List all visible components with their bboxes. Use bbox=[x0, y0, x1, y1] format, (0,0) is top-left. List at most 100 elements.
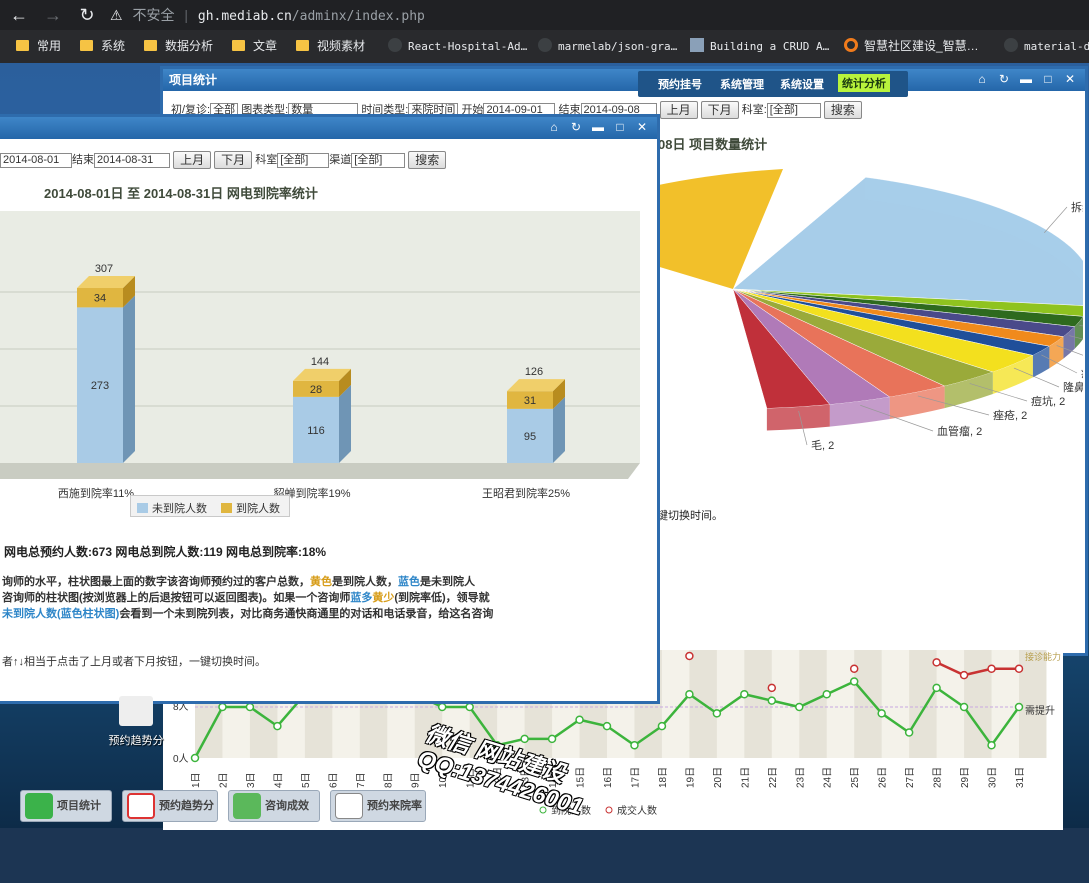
menu-item-system-admin[interactable]: 系统管理 bbox=[720, 76, 764, 92]
line-point bbox=[849, 664, 859, 673]
bookmark-link[interactable]: React-Hospital-Ad… bbox=[388, 38, 527, 55]
bookmark-link[interactable]: marmelab/json-gra… bbox=[538, 38, 677, 55]
url-path: /adminx/index.php bbox=[291, 9, 425, 24]
bookmark-folder[interactable]: 文章 bbox=[232, 38, 277, 54]
refresh-icon[interactable]: ↻ bbox=[993, 72, 1015, 86]
explain-line-3: 未到院人数(蓝色柱状图)会看到一个未到院列表，对比商务通快商通里的对话和电话录音… bbox=[2, 608, 494, 620]
folder-icon bbox=[296, 40, 309, 51]
explain-line-4: 者↑↓相当于点击了上月或者下月按钮，一键切换时间。 bbox=[2, 656, 266, 668]
prev-month-button[interactable]: 上月 bbox=[659, 101, 698, 120]
dept-label: 科室: bbox=[741, 104, 767, 116]
x-tick-label: 18日 bbox=[658, 767, 669, 788]
line-point bbox=[520, 734, 529, 744]
grid-band bbox=[854, 650, 882, 758]
dept-label: 科室 bbox=[255, 154, 278, 166]
start-date-input[interactable]: 2014-08-01 bbox=[0, 152, 72, 168]
line-point bbox=[245, 702, 255, 712]
url-host: gh.mediab.cn bbox=[197, 9, 292, 24]
forward-arrow-icon[interactable]: → bbox=[42, 4, 64, 26]
task-consult-effect[interactable]: 咨询成效 bbox=[228, 790, 320, 822]
plot-floor bbox=[0, 463, 640, 479]
minimize-icon[interactable]: ▬ bbox=[1015, 72, 1037, 86]
line-point bbox=[602, 721, 612, 731]
bookmark-label: material-da bbox=[1024, 40, 1089, 53]
task-label: 项目统计 bbox=[57, 800, 101, 812]
x-tick-label: 19日 bbox=[685, 767, 696, 788]
bookmark-label: 文章 bbox=[253, 39, 278, 53]
line-point bbox=[932, 683, 941, 693]
bookmark-folder[interactable]: 数据分析 bbox=[144, 38, 213, 54]
bookmark-link[interactable]: 智慧社区建设_智慧… bbox=[844, 38, 979, 54]
taskbar: 项目统计 预约趋势分 咨询成效 预约来院率 bbox=[0, 782, 430, 828]
minimize-icon[interactable]: ▬ bbox=[587, 120, 609, 134]
explain-line-1: 询师的水平，柱状图最上面的数字该咨询师预约过的客户总数，黄色是到院人数，蓝色是未… bbox=[2, 576, 475, 588]
close-icon[interactable]: ✕ bbox=[631, 120, 653, 134]
x-tick-label: 26日 bbox=[878, 767, 889, 788]
address-bar[interactable]: ⚠ 不安全 | gh.mediab.cn/adminx/index.php bbox=[110, 3, 1070, 27]
bar-chart: 27334307西施到院率11%11628144貂蝉到院率19%9531126王… bbox=[0, 211, 640, 500]
legend-item-not-arrived: 未到院人数 bbox=[137, 500, 207, 516]
summary-text: 网电总预约人数:673 网电总到院人数:119 网电总到院率:18% bbox=[4, 545, 327, 559]
reload-icon[interactable]: ↻ bbox=[76, 4, 98, 26]
bookmark-label: 常用 bbox=[37, 39, 62, 53]
dept-select[interactable]: [全部] bbox=[766, 102, 821, 118]
bookmark-folder[interactable]: 视频素材 bbox=[296, 38, 365, 54]
bookmark-label: 视频素材 bbox=[317, 39, 366, 53]
close-icon[interactable]: ✕ bbox=[1059, 72, 1081, 86]
pie-chart: 拆线换药, 15内眼睑开大, 1痘印, 1红血丝, 1纹绣, 1瘦脸针, 1隆鼻… bbox=[653, 169, 1083, 452]
main-menu: 预约挂号 系统管理 系统设置 统计分析 bbox=[638, 71, 908, 97]
right-label: 接诊能力 bbox=[1025, 651, 1061, 662]
line-point bbox=[547, 734, 557, 744]
x-tick-label: 21日 bbox=[740, 767, 751, 788]
category-label: 王昭君到院率25% bbox=[482, 486, 570, 500]
desktop-icon-trend[interactable]: 预约趋势分 bbox=[106, 696, 166, 756]
line-point bbox=[822, 690, 831, 699]
menu-item-system-settings[interactable]: 系统设置 bbox=[780, 76, 824, 92]
bar-value-label: 31 bbox=[524, 395, 536, 407]
prev-month-button[interactable]: 上月 bbox=[173, 151, 212, 170]
line-point bbox=[987, 664, 996, 673]
bookmark-folder[interactable]: 系统 bbox=[80, 38, 125, 54]
end-label: 结束 bbox=[72, 154, 94, 166]
maximize-icon[interactable]: □ bbox=[609, 120, 631, 134]
search-button[interactable]: 搜索 bbox=[408, 151, 447, 170]
task-appointment-trend[interactable]: 预约趋势分 bbox=[122, 790, 218, 822]
chat-icon bbox=[233, 793, 261, 819]
menu-item-appointment[interactable]: 预约挂号 bbox=[658, 76, 702, 92]
task-project-stats[interactable]: 项目统计 bbox=[20, 790, 112, 822]
dept-select[interactable]: [全部] bbox=[277, 152, 330, 168]
home-icon[interactable]: ⌂ bbox=[543, 120, 565, 134]
x-tick-label: 29日 bbox=[960, 767, 971, 788]
bookmark-folder[interactable]: 常用 bbox=[16, 38, 61, 54]
bar-total-label: 144 bbox=[311, 356, 329, 368]
x-tick-label: 27日 bbox=[905, 767, 916, 788]
x-tick-label: 25日 bbox=[850, 767, 861, 788]
security-label: 不安全 bbox=[132, 7, 175, 23]
maximize-icon[interactable]: □ bbox=[1037, 72, 1059, 86]
folder-icon bbox=[16, 40, 29, 51]
menu-item-statistics[interactable]: 统计分析 bbox=[838, 74, 890, 92]
bookmark-label: 系统 bbox=[101, 39, 126, 53]
github-icon bbox=[388, 38, 402, 52]
bar-value-label: 34 bbox=[94, 293, 106, 305]
line-point bbox=[987, 741, 996, 750]
grid-band bbox=[964, 650, 992, 758]
bookmark-link[interactable]: material-da bbox=[1004, 38, 1089, 55]
grid-band bbox=[1019, 650, 1047, 758]
refresh-icon[interactable]: ↻ bbox=[565, 120, 587, 134]
next-month-button[interactable]: 下月 bbox=[700, 101, 739, 120]
search-button[interactable]: 搜索 bbox=[823, 101, 862, 120]
line-point bbox=[904, 728, 914, 737]
channel-select[interactable]: [全部] bbox=[351, 152, 406, 168]
home-icon[interactable]: ⌂ bbox=[971, 72, 993, 86]
line-point bbox=[685, 651, 694, 661]
back-arrow-icon[interactable]: ← bbox=[8, 4, 30, 26]
bookmark-label: React-Hospital-Ad… bbox=[408, 40, 528, 53]
bookmark-link[interactable]: Building a CRUD A… bbox=[690, 38, 829, 55]
line-point bbox=[959, 702, 969, 712]
next-month-button[interactable]: 下月 bbox=[214, 151, 253, 170]
end-date-input[interactable]: 2014-08-31 bbox=[94, 152, 170, 168]
line-point bbox=[218, 702, 227, 712]
folder-icon bbox=[144, 40, 157, 51]
app-icon bbox=[25, 793, 53, 819]
